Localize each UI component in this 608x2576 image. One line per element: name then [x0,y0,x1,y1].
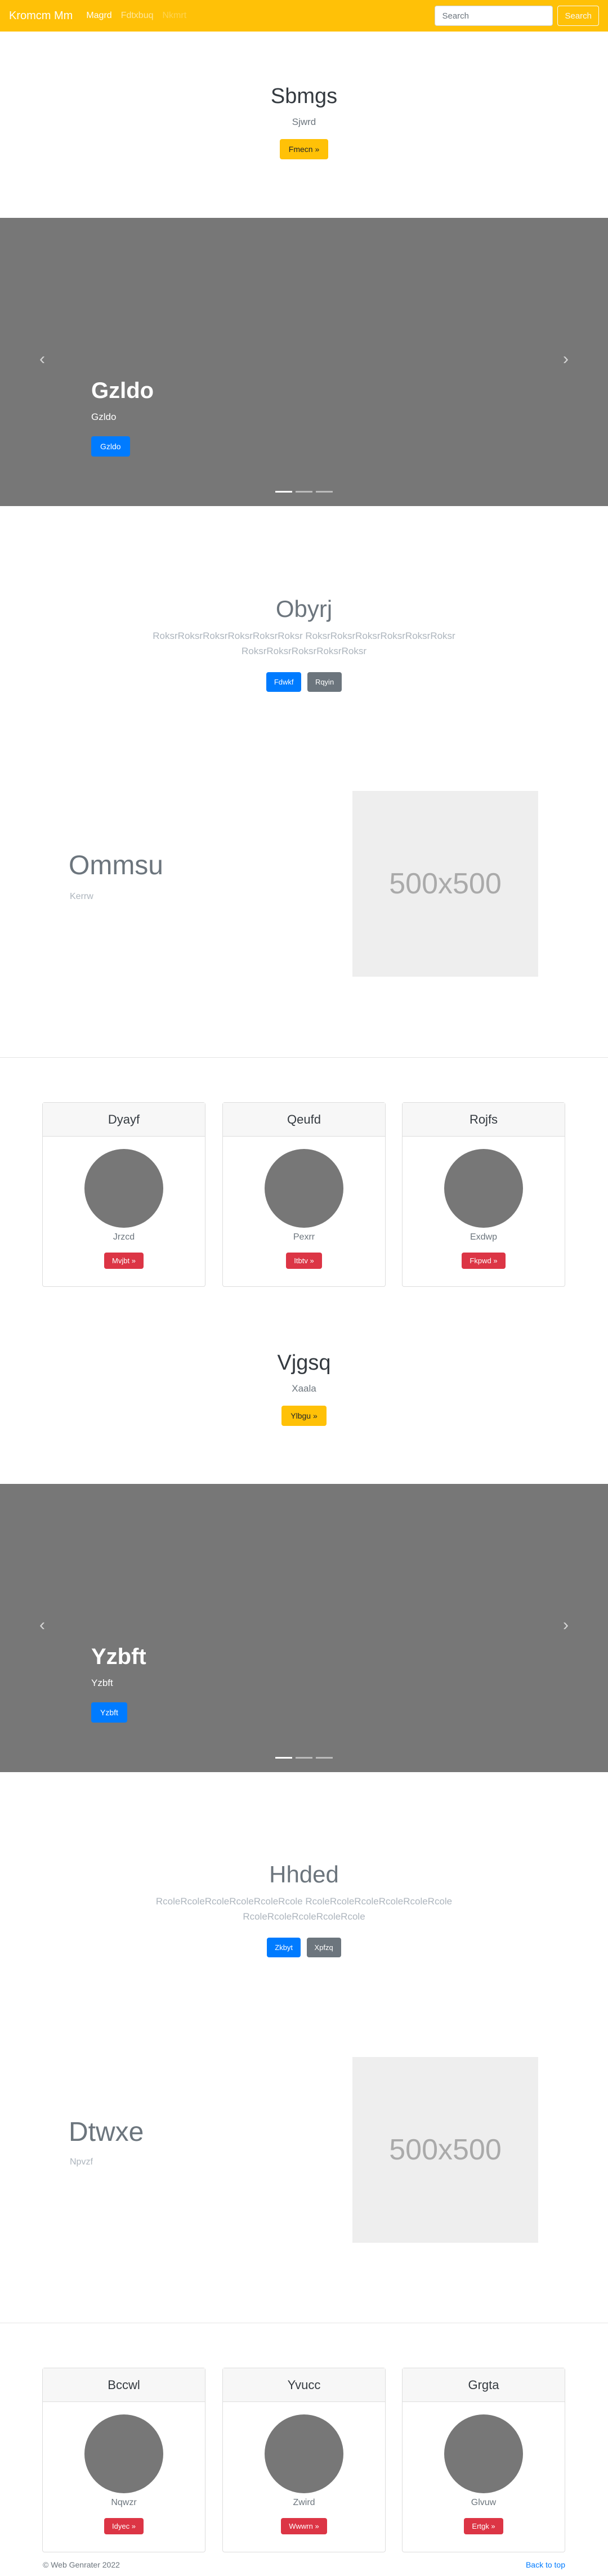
navbar-brand[interactable]: Kromcm Mm [9,10,73,23]
carousel-indicator[interactable] [296,491,312,493]
intro-lead: RcoleRcoleRcoleRcoleRcoleRcole RcoleRcol… [155,1896,453,1922]
feature-title: Dtwxe [69,2117,144,2147]
card-text: Glvuw [471,2498,497,2507]
intro-title: Hhded [269,1861,339,1888]
nav-link-home[interactable]: Magrd [86,11,111,21]
carousel-indicator[interactable] [316,491,333,493]
hero-section-1: Sbmgs Sjwrd Fmecn » [0,84,608,159]
carousel-indicators [0,491,608,493]
carousel-next-icon[interactable]: › [563,350,569,369]
card-text: Zwird [293,2498,315,2507]
carousel-subtitle: Yzbft [91,1678,113,1688]
feature-subtitle: Kerrw [70,892,93,901]
hero-title: Vjgsq [277,1351,331,1375]
carousel-prev-icon[interactable]: ‹ [39,350,45,369]
avatar [84,1149,163,1228]
card: Qeufd Pexrr Itbtv » [222,1102,386,1287]
card-button[interactable]: Idyec » [104,2518,144,2534]
hero-title: Sbmgs [270,84,338,108]
card-title: Qeufd [223,1103,385,1137]
nav-link-disabled: Nkmrt [162,11,187,20]
card-button[interactable]: Fkpwd » [462,1253,506,1269]
carousel-indicator[interactable] [275,491,292,493]
feature-subtitle: Npvzf [70,2157,93,2167]
card-title: Rojfs [403,1103,565,1137]
intro-primary-button[interactable]: Fdwkf [266,672,302,692]
carousel-indicator[interactable] [275,1757,292,1759]
avatar [265,1149,343,1228]
card-text: Jrzcd [113,1232,135,1242]
card-button[interactable]: Wwwrn » [281,2518,327,2534]
card: Dyayf Jrzcd Mvjbt » [42,1102,205,1287]
divider [0,1057,608,1058]
footer-copyright: © Web Genrater 2022 [43,2560,120,2569]
search-button[interactable]: Search [557,6,599,26]
carousel-prev-icon[interactable]: ‹ [39,1616,45,1635]
hero-button[interactable]: Ylbgu » [281,1406,327,1426]
feature-image-placeholder: 500x500 [352,791,538,977]
feature-title: Ommsu [69,851,163,880]
carousel-2: ‹ › Yzbft Yzbft Yzbft [0,1484,608,1772]
card-text: Pexrr [293,1232,315,1242]
card-button[interactable]: Itbtv » [286,1253,322,1269]
hero-subtitle: Sjwrd [292,117,316,127]
intro-buttons: Fdwkf Rqyin [0,672,608,692]
card-button[interactable]: Mvjbt » [104,1253,144,1269]
avatar [444,1149,523,1228]
avatar [265,2414,343,2493]
hero-subtitle: Xaala [292,1383,316,1394]
card-title: Bccwl [43,2368,205,2402]
intro-primary-button[interactable]: Zkbyt [267,1938,301,1958]
avatar [444,2414,523,2493]
intro-lead: RoksrRoksrRoksrRoksrRoksrRoksr RoksrRoks… [153,630,455,657]
intro-section-1: Obyrj RoksrRoksrRoksrRoksrRoksrRoksr Rok… [0,596,608,692]
navbar: Kromcm Mm Magrd Fdtxbuq Nkmrt Search [0,0,608,32]
avatar [84,2414,163,2493]
card-text: Nqwzr [111,2498,137,2507]
hero-button[interactable]: Fmecn » [279,139,329,159]
carousel-caption: Gzldo Gzldo Gzldo [91,378,154,457]
card-button[interactable]: Ertgk » [464,2518,503,2534]
carousel-indicator[interactable] [316,1757,333,1759]
feature-image-placeholder: 500x500 [352,2057,538,2243]
card-title: Grgta [403,2368,565,2402]
card-text: Exdwp [470,1232,498,1242]
card: Bccwl Nqwzr Idyec » [42,2368,205,2552]
carousel-indicators [0,1757,608,1759]
intro-section-2: Hhded RcoleRcoleRcoleRcoleRcoleRcole Rco… [0,1861,608,1958]
carousel-subtitle: Gzldo [91,412,117,422]
intro-title: Obyrj [275,596,333,622]
carousel-button[interactable]: Gzldo [91,436,130,457]
card-title: Dyayf [43,1103,205,1137]
carousel-next-icon[interactable]: › [563,1616,569,1635]
card: Rojfs Exdwp Fkpwd » [402,1102,565,1287]
carousel-title: Yzbft [91,1644,146,1669]
nav-link-2[interactable]: Fdtxbuq [121,11,154,21]
card: Yvucc Zwird Wwwrn » [222,2368,386,2552]
search-input[interactable] [435,6,553,26]
intro-buttons: Zkbyt Xpfzq [0,1938,608,1958]
card: Grgta Glvuw Ertgk » [402,2368,565,2552]
carousel-indicator[interactable] [296,1757,312,1759]
carousel-button[interactable]: Yzbft [91,1702,127,1723]
carousel-caption: Yzbft Yzbft Yzbft [91,1644,146,1723]
hero-section-2: Vjgsq Xaala Ylbgu » [0,1351,608,1426]
intro-secondary-button[interactable]: Rqyin [307,672,342,692]
intro-secondary-button[interactable]: Xpfzq [306,1938,341,1958]
card-title: Yvucc [223,2368,385,2402]
back-to-top-link[interactable]: Back to top [526,2560,565,2569]
carousel-1: ‹ › Gzldo Gzldo Gzldo [0,218,608,506]
carousel-title: Gzldo [91,378,154,403]
search-form: Search [435,6,599,26]
